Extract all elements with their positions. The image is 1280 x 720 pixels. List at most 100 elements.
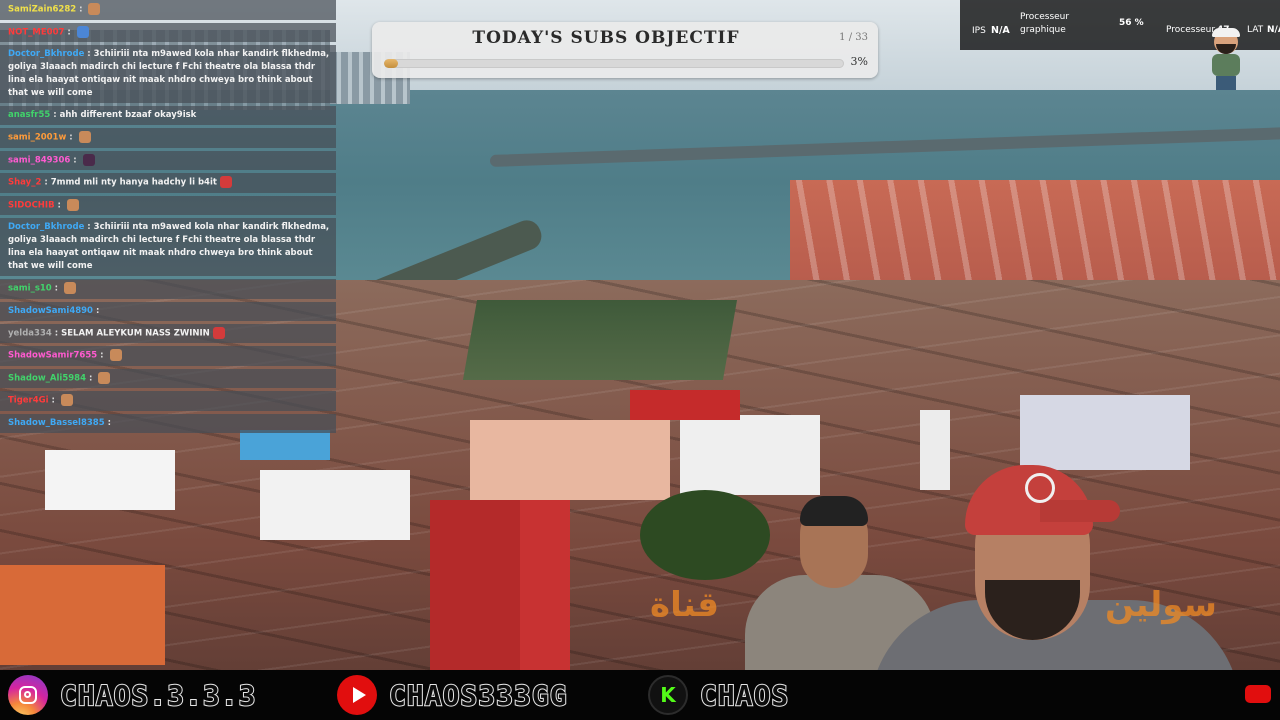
streamer-mascot-icon bbox=[1208, 28, 1244, 90]
chat-emote-icon bbox=[60, 394, 73, 406]
gpu-label: Processeur graphique bbox=[1020, 11, 1069, 37]
chat-username[interactable]: ShadowSami4890 bbox=[8, 306, 93, 316]
subs-goal-title: TODAY'S SUBS OBJECTIF bbox=[472, 28, 740, 48]
subs-goal-count: 1 / 33 bbox=[839, 32, 868, 43]
chat-emote-icon bbox=[98, 371, 111, 384]
mascot-body bbox=[1212, 54, 1240, 76]
streamer-left-hair bbox=[800, 496, 868, 526]
gpu-label-line1: Processeur bbox=[1020, 12, 1070, 22]
lat-label: LAT bbox=[1247, 25, 1264, 35]
gpu-value: 56 % bbox=[1119, 18, 1144, 28]
kick-handle: CHAOS bbox=[699, 678, 790, 713]
instagram-handle: CHAOS.3.3.3 bbox=[59, 678, 257, 713]
streamer-right-cap-bill bbox=[1040, 500, 1120, 522]
chat-separator: : bbox=[50, 110, 60, 120]
building bbox=[630, 390, 740, 420]
building bbox=[260, 470, 410, 540]
chat-message: ShadowSami4890 : bbox=[0, 301, 336, 321]
chat-username[interactable]: anasfr55 bbox=[8, 110, 50, 120]
youtube-watermark-icon bbox=[1245, 685, 1271, 703]
chat-separator: : bbox=[70, 155, 80, 165]
chat-username[interactable]: Shay_2 bbox=[8, 178, 41, 188]
kick-glyph: K bbox=[660, 683, 676, 707]
overlay-arabic-text-right: ﺳﻮﻟﻴﻦ bbox=[1105, 585, 1217, 625]
chat-message: SIDOCHIB : bbox=[0, 195, 336, 215]
chat-text: ahh different bzaaf okay9isk bbox=[59, 110, 197, 120]
chat-username[interactable]: yelda334 bbox=[8, 328, 52, 338]
chat-text: 7mmd mli nty hanya hadchy li b4it bbox=[50, 177, 217, 188]
chat-emote-icon bbox=[78, 131, 91, 143]
kick-icon: K bbox=[648, 675, 688, 715]
chat-separator: : bbox=[84, 49, 94, 59]
chat-message: ShadowSamir7655 : bbox=[0, 346, 336, 366]
chat-separator: : bbox=[64, 27, 74, 37]
building bbox=[0, 565, 165, 665]
chat-overlay: SamiZain6282 : NOT_ME007 : Doctor_Bkhrod… bbox=[0, 0, 336, 436]
youtube-icon bbox=[337, 675, 377, 715]
chat-message: Shadow_Ali5984 : bbox=[0, 368, 336, 388]
plaza bbox=[462, 300, 738, 380]
chat-separator: : bbox=[51, 283, 62, 294]
building bbox=[1020, 395, 1190, 470]
chat-message: sami_2001w : bbox=[0, 128, 336, 148]
subs-goal-progress-fill bbox=[384, 59, 398, 68]
chat-message: Shadow_Bassel8385 : bbox=[0, 413, 336, 433]
chat-username[interactable]: SamiZain6282 bbox=[8, 5, 76, 15]
chat-username[interactable]: sami_s10 bbox=[8, 284, 52, 294]
gpu-label-line2: graphique bbox=[1020, 25, 1066, 35]
chat-separator: : bbox=[41, 177, 51, 188]
chat-message: Shay_2 : 7mmd mli nty hanya hadchy li b4… bbox=[0, 173, 336, 193]
chat-emote-icon bbox=[82, 153, 95, 166]
chat-username[interactable]: SIDOCHIB bbox=[8, 200, 55, 210]
chat-message: sami_849306 : bbox=[0, 150, 336, 170]
chat-emote-icon bbox=[76, 25, 89, 38]
building bbox=[470, 420, 670, 500]
chat-message: yelda334 : SELAM ALEYKUM NASS ZWININ bbox=[0, 323, 336, 343]
chat-emote-icon bbox=[219, 176, 232, 188]
building bbox=[680, 415, 820, 495]
chat-username[interactable]: sami_2001w bbox=[8, 133, 66, 143]
chat-username[interactable]: sami_849306 bbox=[8, 155, 70, 165]
chat-emote-icon bbox=[109, 349, 122, 361]
youtube-handle: CHAOS333GG bbox=[388, 678, 568, 713]
chat-username[interactable]: NOT_ME007 bbox=[8, 27, 64, 37]
chat-username[interactable]: ShadowSamir7655 bbox=[8, 351, 97, 361]
subs-goal-widget: TODAY'S SUBS OBJECTIF 1 / 33 3% bbox=[372, 22, 878, 78]
building bbox=[520, 500, 570, 670]
mascot-legs bbox=[1216, 76, 1236, 90]
ips-label: IPS bbox=[972, 26, 986, 36]
chat-separator: : bbox=[97, 350, 107, 361]
chat-emote-icon bbox=[212, 326, 225, 339]
chat-separator: : bbox=[54, 200, 64, 210]
chat-separator: : bbox=[76, 4, 86, 15]
chat-message: Doctor_Bkhrode : 3chiiriii nta m9awed ko… bbox=[0, 218, 336, 276]
instagram-link[interactable]: CHAOS.3.3.3 bbox=[8, 670, 256, 720]
chat-username[interactable]: Doctor_Bkhrode bbox=[8, 49, 84, 59]
chat-separator: : bbox=[66, 132, 76, 143]
chat-message: Doctor_Bkhrode : 3chiiriii nta m9awed ko… bbox=[0, 45, 336, 103]
chat-username[interactable]: Shadow_Bassel8385 bbox=[8, 418, 105, 428]
youtube-link[interactable]: CHAOS333GG bbox=[337, 670, 568, 720]
chat-message: Tiger4Gi : bbox=[0, 391, 336, 411]
mascot-cap bbox=[1212, 28, 1240, 37]
subs-goal-progress-bar bbox=[384, 59, 844, 68]
chat-username[interactable]: Shadow_Ali5984 bbox=[8, 373, 86, 383]
building bbox=[920, 410, 950, 490]
chat-text: SELAM ALEYKUM NASS ZWININ bbox=[61, 328, 210, 338]
chat-message: anasfr55 : ahh different bzaaf okay9isk bbox=[0, 106, 336, 125]
chat-username[interactable]: Tiger4Gi bbox=[8, 396, 49, 406]
chat-emote-icon bbox=[88, 3, 101, 15]
instagram-icon bbox=[8, 675, 48, 715]
ips-value: N/A bbox=[991, 25, 1010, 36]
chat-separator: : bbox=[86, 373, 96, 383]
lat-value: N/A bbox=[1267, 25, 1280, 35]
kick-link[interactable]: K CHAOS bbox=[648, 670, 789, 720]
mascot-beard bbox=[1216, 44, 1236, 54]
building bbox=[45, 450, 175, 510]
chat-emote-icon bbox=[66, 198, 79, 211]
social-links-bar: CHAOS.3.3.3 CHAOS333GG K CHAOS bbox=[0, 670, 1280, 720]
tree bbox=[640, 490, 770, 580]
chat-username[interactable]: Doctor_Bkhrode bbox=[8, 222, 84, 232]
chat-message: SamiZain6282 : bbox=[0, 0, 336, 20]
chat-separator: : bbox=[104, 417, 111, 428]
